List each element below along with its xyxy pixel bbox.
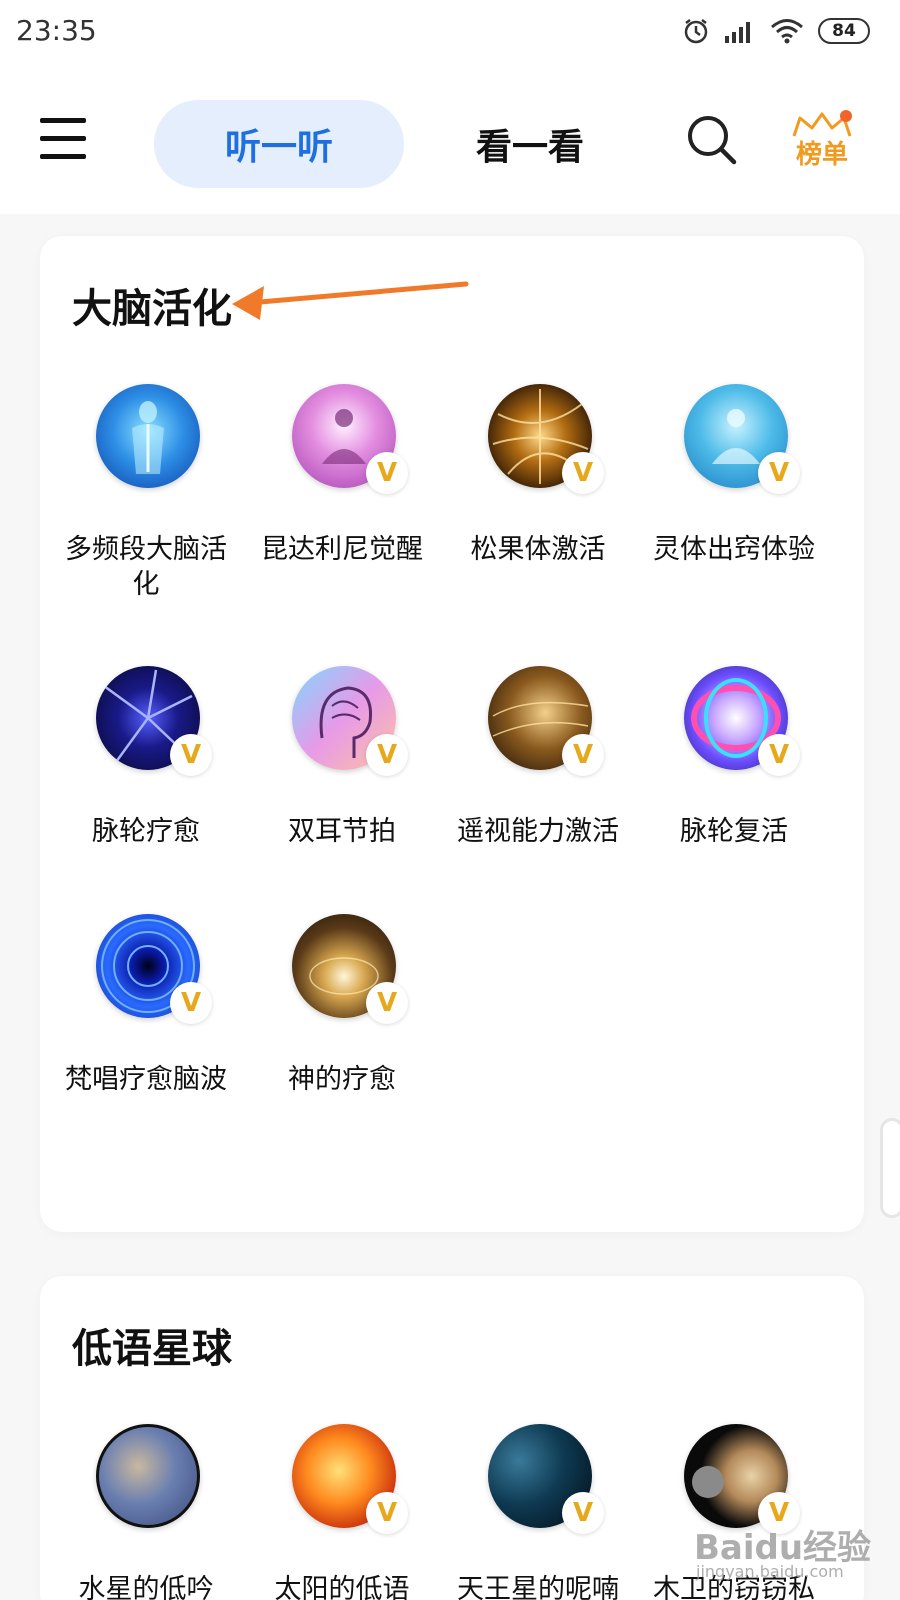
- annotation-arrow-icon: [232, 281, 469, 320]
- item-label: 昆达利尼觉醒: [261, 534, 423, 565]
- item-label: 松果体激活: [470, 534, 606, 565]
- item-label: 梵唱疗愈脑波: [65, 1064, 227, 1095]
- vip-badge: V: [562, 452, 604, 494]
- vip-badge: V: [366, 734, 408, 776]
- vip-badge: V: [562, 734, 604, 776]
- header: 听一听 看一看 榜单: [0, 64, 900, 214]
- tab-listen[interactable]: 听一听: [154, 100, 404, 188]
- vip-badge: V: [366, 452, 408, 494]
- item-label: 天王星的呢喃: [457, 1574, 619, 1600]
- section-title: 大脑活化: [72, 286, 232, 332]
- item-label: 脉轮疗愈: [92, 816, 200, 847]
- item-label: 灵体出窍体验: [653, 534, 815, 565]
- item-label: 神的疗愈: [288, 1064, 396, 1095]
- status-time: 23:35: [16, 14, 97, 47]
- vip-badge: V: [170, 982, 212, 1024]
- item-label: 太阳的低语: [274, 1574, 410, 1600]
- tab-watch[interactable]: 看一看: [450, 100, 610, 188]
- status-bar: 23:35 84: [0, 0, 900, 64]
- vip-badge: V: [366, 1492, 408, 1534]
- side-scroll-handle[interactable]: [880, 1118, 900, 1218]
- vip-badge: V: [366, 982, 408, 1024]
- item-label: 双耳节拍: [288, 816, 396, 847]
- section-title: 低语星球: [72, 1326, 232, 1372]
- menu-icon[interactable]: [40, 118, 86, 160]
- watermark-url: jingyan.baidu.com: [696, 1562, 844, 1581]
- status-icons: 84: [682, 16, 870, 46]
- item-label: 脉轮复活: [680, 816, 788, 847]
- body-scan-thumb: [96, 384, 200, 488]
- vip-badge: V: [758, 734, 800, 776]
- vip-badge: V: [562, 1492, 604, 1534]
- rank-label: 榜单: [795, 140, 848, 170]
- item-label: 遥视能力激活: [457, 816, 619, 847]
- rank-button[interactable]: 榜单: [790, 110, 854, 174]
- signal-icon: [725, 22, 750, 43]
- section-card-brain: 大脑活化 多频段大脑活 化 V 昆达利尼觉醒 V 松果体激活 V 灵体出窍体验 …: [40, 236, 864, 1232]
- mercury-thumb: [96, 1424, 200, 1528]
- search-icon[interactable]: [686, 114, 738, 166]
- vip-badge: V: [758, 452, 800, 494]
- item-label: 水星的低吟: [78, 1574, 214, 1600]
- alarm-icon: [684, 19, 708, 44]
- vip-badge: V: [170, 734, 212, 776]
- battery-indicator: 84: [818, 18, 870, 44]
- item-label: 多频段大脑活 化: [65, 534, 227, 600]
- wifi-icon: [771, 19, 803, 44]
